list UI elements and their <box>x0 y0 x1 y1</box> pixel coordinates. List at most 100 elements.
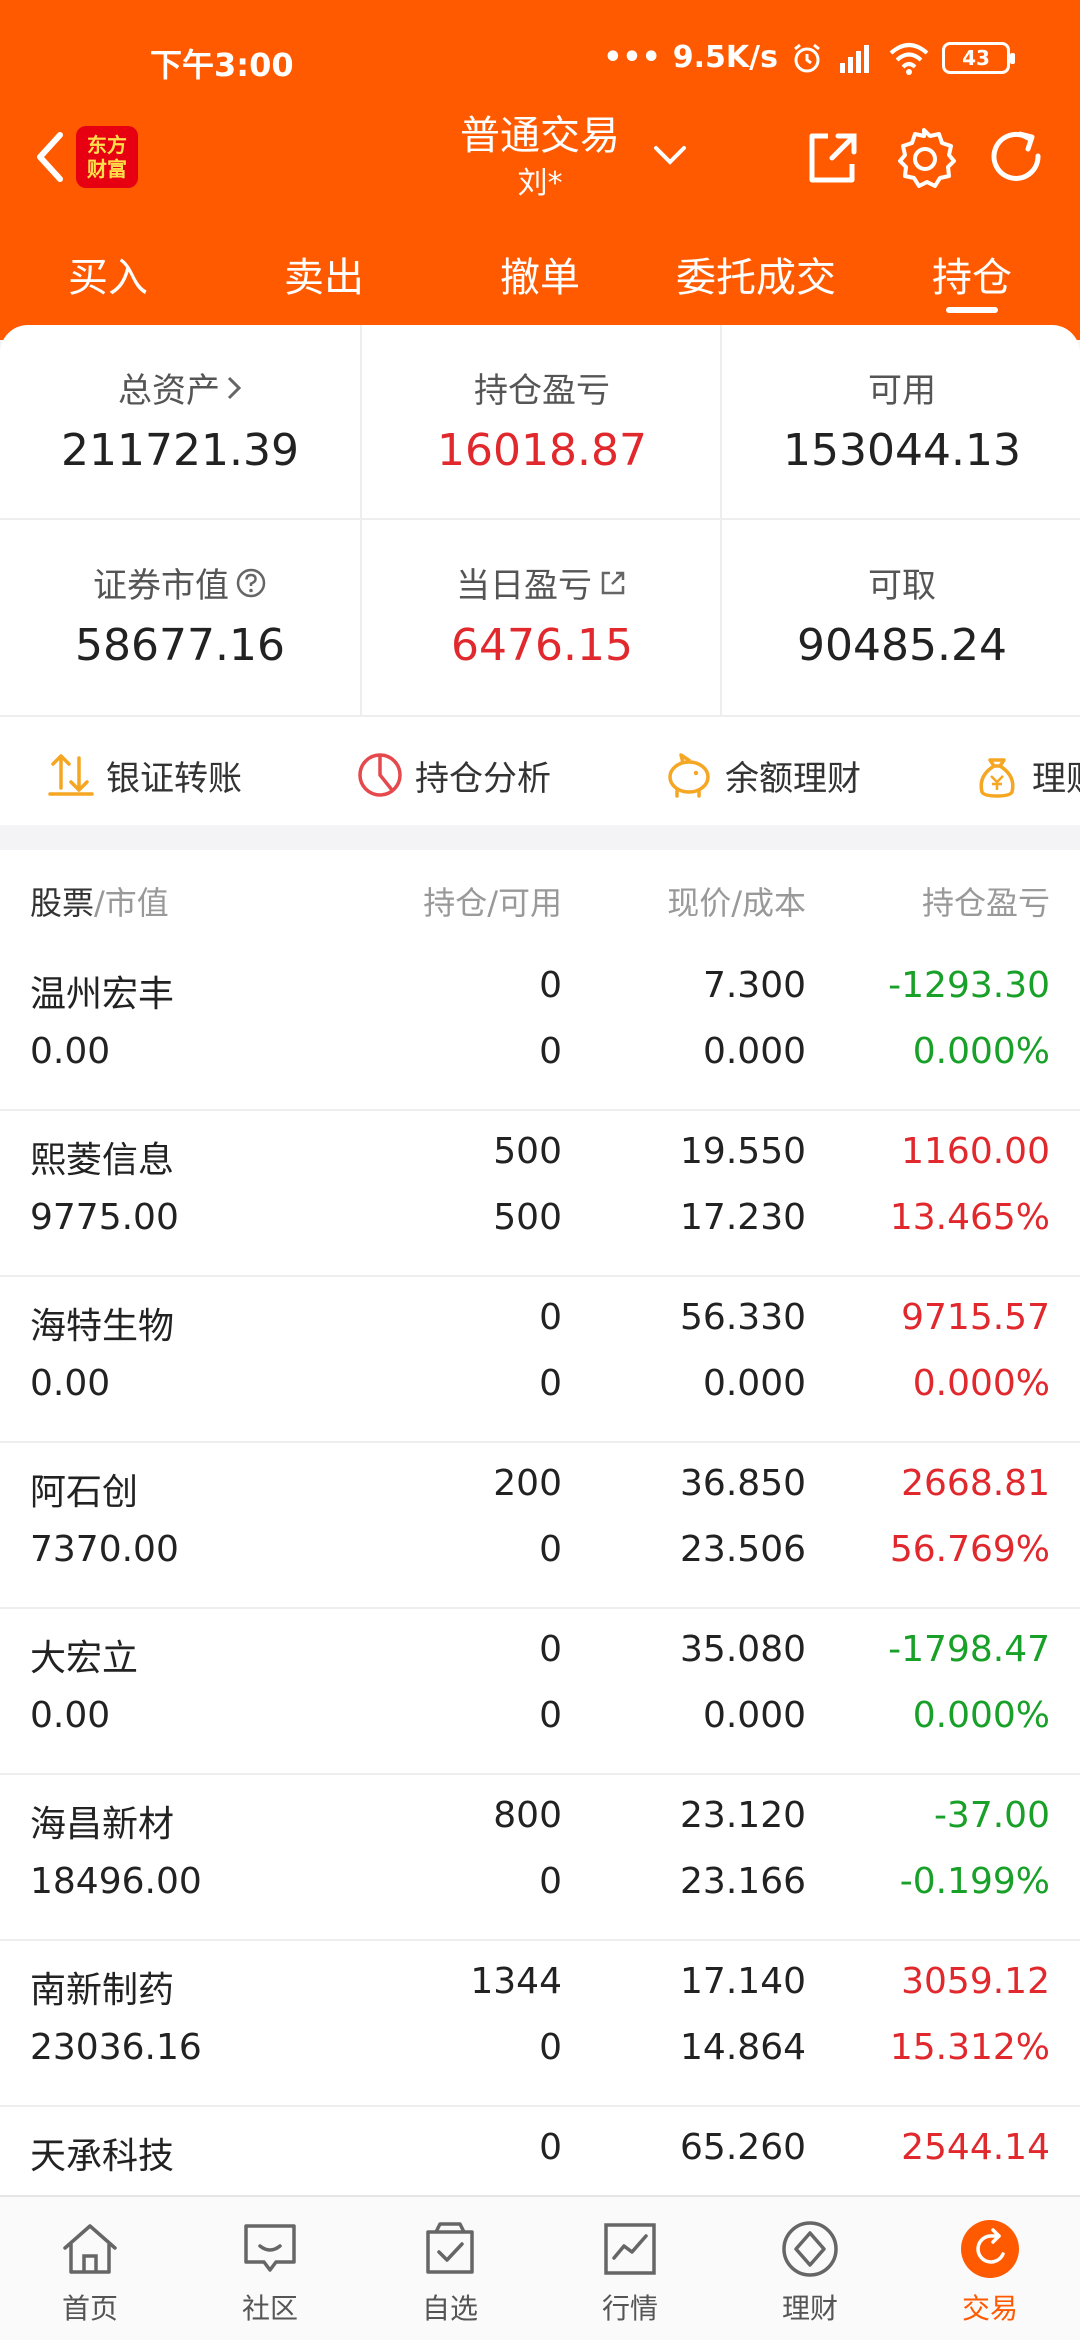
nav-finance[interactable]: 理财 <box>720 2197 900 2340</box>
checklist-icon <box>420 2217 480 2281</box>
tab-sell[interactable]: 卖出 <box>224 245 424 303</box>
total-assets-value: 211721.39 <box>61 425 299 476</box>
daily-pnl-value: 6476.15 <box>451 620 633 671</box>
chart-icon <box>601 2217 659 2281</box>
header-qty-available[interactable]: 持仓/可用 <box>423 878 562 924</box>
tab-positions[interactable]: 持仓 <box>872 245 1072 313</box>
stock-qty: 1344 <box>470 1961 562 2002</box>
back-button[interactable] <box>20 122 80 192</box>
table-row[interactable]: 海特生物 0.00 0 0 56.330 0.000 9715.57 0.000… <box>0 1277 1080 1443</box>
page-title: 普通交易 <box>460 113 620 159</box>
total-assets-label-wrap: 总资产 <box>0 363 360 412</box>
trade-icon <box>959 2217 1021 2281</box>
stock-available: 0 <box>539 2027 562 2068</box>
status-time: 下午3:00 <box>150 46 294 84</box>
table-row[interactable]: 海昌新材 18496.00 800 0 23.120 23.166 -37.00… <box>0 1775 1080 1941</box>
stock-cost: 0.000 <box>702 1031 806 1072</box>
market-value-label: 证券市值 <box>93 566 229 606</box>
nav-watchlist[interactable]: 自选 <box>360 2197 540 2340</box>
tab-orders-deals[interactable]: 委托成交 <box>656 245 856 303</box>
table-row[interactable]: 大宏立 0.00 0 0 35.080 0.000 -1798.47 0.000… <box>0 1609 1080 1775</box>
stock-name: 温州宏丰 <box>30 974 175 1015</box>
stock-pnl-pct: -0.199% <box>899 1861 1050 1902</box>
chevron-down-icon[interactable] <box>650 140 690 174</box>
stock-available: 0 <box>539 1031 562 1072</box>
nav-market[interactable]: 行情 <box>540 2197 720 2340</box>
nav-trade[interactable]: 交易 <box>900 2197 1080 2340</box>
tab-buy[interactable]: 买入 <box>8 245 208 303</box>
nav-market-label: 行情 <box>601 2292 658 2325</box>
table-row[interactable]: 温州宏丰 0.00 0 0 7.300 0.000 -1293.30 0.000… <box>0 945 1080 1111</box>
stock-pnl: 1160.00 <box>901 1131 1050 1172</box>
stock-cost: 0.000 <box>702 1363 806 1404</box>
pie-chart-icon <box>358 753 402 797</box>
wifi-icon <box>888 41 930 75</box>
account-name: 刘* <box>517 166 563 201</box>
stock-pnl-pct: 0.000% <box>912 1695 1050 1736</box>
wealth-management-label: 理财 <box>1032 758 1080 799</box>
help-icon[interactable] <box>235 567 267 599</box>
stock-pnl-pct: 0.000% <box>912 1363 1050 1404</box>
table-row[interactable]: 南新制药 23036.16 1344 0 17.140 14.864 3059.… <box>0 1941 1080 2107</box>
diamond-icon <box>780 2217 840 2281</box>
stock-pnl-pct: 56.769% <box>889 1529 1050 1570</box>
nav-community[interactable]: 社区 <box>180 2197 360 2340</box>
available-value: 153044.13 <box>783 425 1021 476</box>
account-switcher[interactable]: 普通交易 刘* <box>440 108 640 204</box>
tab-cancel-order[interactable]: 撤单 <box>440 245 640 303</box>
table-row[interactable]: 天承科技 0 65.260 2544.14 <box>0 2107 1080 2195</box>
nav-trade-label: 交易 <box>961 2292 1018 2325</box>
stock-pnl: 3059.12 <box>901 1961 1050 2002</box>
more-dots-icon: ••• <box>603 40 661 75</box>
stock-name: 阿石创 <box>30 1472 139 1513</box>
stock-pnl: -37.00 <box>933 1795 1050 1836</box>
total-assets-label: 总资产 <box>118 371 220 411</box>
header-position-pnl[interactable]: 持仓盈亏 <box>922 878 1050 924</box>
header-stock: 股票 <box>30 884 95 922</box>
stock-market-value: 9775.00 <box>30 1197 179 1238</box>
stock-pnl: 2668.81 <box>901 1463 1050 1504</box>
stock-price: 36.850 <box>680 1463 806 1504</box>
table-row[interactable]: 熙菱信息 9775.00 500 500 19.550 17.230 1160.… <box>0 1111 1080 1277</box>
bank-transfer-label: 银证转账 <box>106 758 242 799</box>
header-price-cost[interactable]: 现价/成本 <box>667 878 806 924</box>
bottom-nav: 首页 社区 自选 行情 理财 交易 <box>0 2195 1080 2340</box>
total-assets[interactable]: 总资产 211721.39 <box>0 325 360 520</box>
stock-name: 南新制药 <box>30 1970 175 2011</box>
daily-pnl-label: 当日盈亏 <box>456 566 592 606</box>
daily-pnl[interactable]: 当日盈亏 6476.15 <box>360 520 720 715</box>
stock-cost: 23.506 <box>680 1529 806 1570</box>
balance-finance-label: 余额理财 <box>725 758 861 799</box>
settings-button[interactable] <box>892 126 956 190</box>
positions-table: 股票/市值 持仓/可用 现价/成本 持仓盈亏 温州宏丰 0.00 0 0 7.3… <box>0 850 1080 2195</box>
refresh-icon <box>991 131 1041 181</box>
stock-qty: 0 <box>539 965 562 1006</box>
summary-row-2: 证券市值 58677.16 当日盈亏 6476.15 可取 90485.24 <box>0 520 1080 715</box>
position-analysis-button[interactable]: 持仓分析 <box>355 745 551 805</box>
nav-home-label: 首页 <box>61 2292 118 2325</box>
stock-qty: 500 <box>493 1131 562 1172</box>
share-button[interactable] <box>800 126 864 190</box>
table-row[interactable]: 阿石创 7370.00 200 0 36.850 23.506 2668.81 … <box>0 1443 1080 1609</box>
stock-cost: 23.166 <box>680 1861 806 1902</box>
share-icon <box>809 133 857 183</box>
chevron-right-icon <box>227 376 242 399</box>
header-stock-mv[interactable]: 股票/市值 <box>30 878 169 924</box>
stock-qty: 800 <box>493 1795 562 1836</box>
wealth-management-button[interactable]: 理财 <box>972 745 1080 805</box>
refresh-button[interactable] <box>984 126 1048 190</box>
stock-name: 海昌新材 <box>30 1804 175 1845</box>
asset-summary: 总资产 211721.39 持仓盈亏 16018.87 可用 153044.13… <box>0 325 1080 715</box>
position-pnl-label: 持仓盈亏 <box>474 371 610 411</box>
stock-name: 海特生物 <box>30 1306 175 1347</box>
stock-pnl-pct: 15.312% <box>889 2027 1050 2068</box>
stock-qty: 0 <box>539 1629 562 1670</box>
stock-pnl-pct: 13.465% <box>889 1197 1050 1238</box>
stock-price: 65.260 <box>680 2127 806 2168</box>
balance-finance-button[interactable]: 余额理财 <box>663 745 861 805</box>
nav-home[interactable]: 首页 <box>0 2197 180 2340</box>
home-icon <box>59 2217 121 2281</box>
withdrawable-label-wrap: 可取 <box>722 558 1080 607</box>
bank-transfer-button[interactable]: 银证转账 <box>46 745 242 805</box>
stock-market-value: 0.00 <box>30 1031 111 1072</box>
